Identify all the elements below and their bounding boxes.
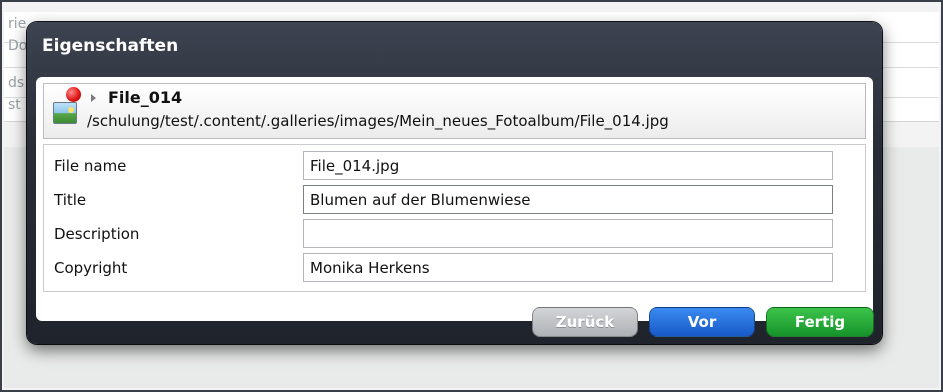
dialog-content: File_014 /schulung/test/.content/.galler… [36, 77, 873, 321]
file-path: /schulung/test/.content/.galleries/image… [87, 112, 669, 130]
copyright-label: Copyright [54, 259, 128, 277]
description-input[interactable] [303, 219, 833, 248]
form-row-file-name: File name [44, 149, 865, 181]
description-label: Description [54, 225, 140, 243]
dialog-title: Eigenschaften [42, 36, 179, 56]
expand-arrow-icon[interactable] [91, 94, 96, 102]
red-marker-icon [66, 87, 81, 102]
image-sun-shape [68, 107, 74, 113]
background-text: Do [8, 38, 28, 54]
background-text: rie [8, 16, 27, 32]
properties-form: File name Title Description Copyright [43, 144, 866, 292]
form-row-description: Description [44, 217, 865, 249]
form-row-title: Title [44, 183, 865, 215]
title-input[interactable] [303, 185, 833, 214]
file-name-label: File name [54, 157, 127, 175]
next-button[interactable]: Vor [649, 307, 755, 337]
file-header: File_014 /schulung/test/.content/.galler… [43, 83, 866, 139]
properties-dialog: Eigenschaften File_014 /schulung/test/.c… [27, 22, 882, 344]
done-button[interactable]: Fertig [766, 307, 874, 337]
background-text: st [8, 97, 21, 113]
copyright-input[interactable] [303, 253, 833, 282]
image-file-icon [53, 102, 77, 124]
back-button[interactable]: Zurück [532, 307, 638, 337]
form-row-copyright: Copyright [44, 251, 865, 283]
file-name-input[interactable] [303, 151, 833, 180]
title-label: Title [54, 191, 87, 209]
file-title: File_014 [108, 88, 183, 107]
background-text: ds [8, 75, 25, 91]
